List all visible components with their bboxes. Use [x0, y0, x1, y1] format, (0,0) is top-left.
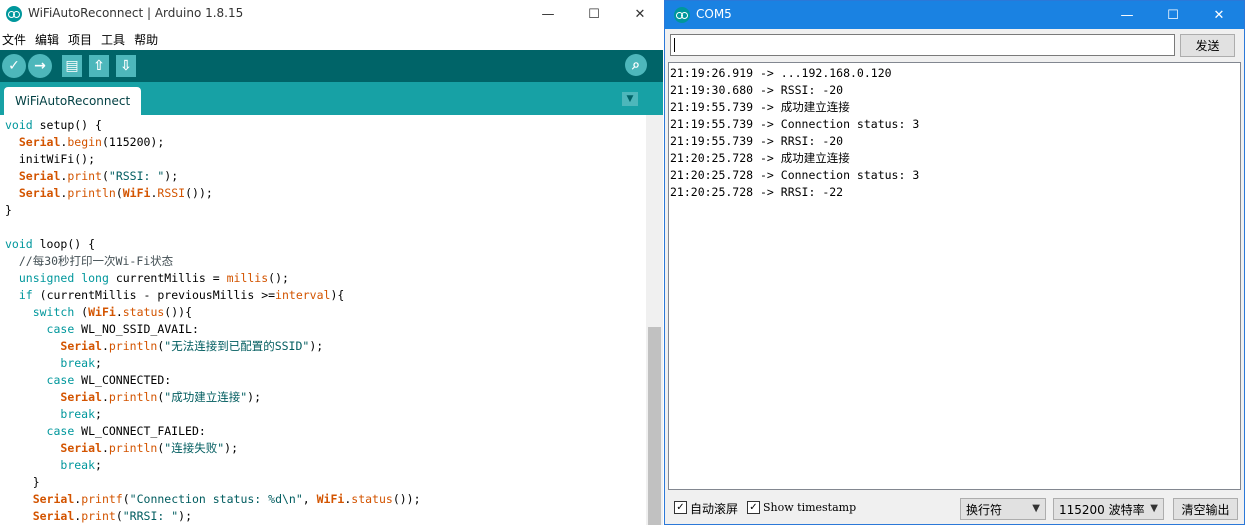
serial-output-line: 21:19:30.680 -> RSSI: -20: [670, 83, 844, 97]
code-line: Serial.println(WiFi.RSSI());: [18, 186, 213, 200]
clear-output-button[interactable]: 清空输出: [1173, 498, 1238, 520]
chevron-down-icon: ▼: [1032, 503, 1040, 514]
autoscroll-checkbox[interactable]: ✓: [674, 501, 687, 514]
tab-menu-icon[interactable]: ▼: [622, 92, 638, 106]
serial-send-input[interactable]: [670, 34, 1175, 56]
chevron-down-icon: ▼: [1150, 503, 1158, 514]
open-icon[interactable]: ⇧: [89, 55, 109, 77]
autoscroll-label: 自动滚屏: [690, 502, 739, 516]
ide-toolbar: ✓ → ▤ ⇧ ⇩ ⌕: [0, 50, 663, 82]
code-line: //每30秒打印一次Wi-Fi状态: [18, 254, 174, 268]
arduino-ide-window: WiFiAutoReconnect | Arduino 1.8.15 — ☐ ✕…: [0, 0, 663, 525]
code-line: }: [5, 203, 12, 217]
menu-edit[interactable]: 编辑: [35, 31, 59, 48]
code-line: if (currentMillis - previousMillis >=int…: [18, 288, 345, 302]
code-line: unsigned long currentMillis = millis();: [18, 271, 289, 285]
code-line: break;: [60, 407, 102, 421]
code-line: Serial.println("连接失败");: [60, 441, 238, 455]
code-editor[interactable]: void setup() { Serial.begin(115200); ini…: [0, 115, 646, 525]
code-line: break;: [60, 356, 102, 370]
minimize-button[interactable]: —: [525, 0, 571, 28]
code-line: void loop() {: [5, 237, 96, 251]
arduino-logo-icon: [6, 6, 22, 22]
code-line: Serial.println("无法连接到已配置的SSID");: [60, 339, 324, 353]
serial-output-line: 21:20:25.728 -> 成功建立连接: [670, 151, 850, 165]
maximize-button[interactable]: ☐: [571, 0, 617, 28]
serial-output-line: 21:19:55.739 -> RRSI: -20: [670, 134, 844, 148]
line-ending-value: 换行符: [966, 502, 1003, 517]
ide-title-bar[interactable]: WiFiAutoReconnect | Arduino 1.8.15 — ☐ ✕: [0, 0, 663, 28]
menu-help[interactable]: 帮助: [134, 31, 158, 48]
line-ending-select[interactable]: 换行符 ▼: [960, 498, 1046, 520]
new-icon[interactable]: ▤: [62, 55, 82, 77]
serial-title-bar[interactable]: COM5 — ☐ ✕: [665, 1, 1244, 29]
tab-wifiautoreconnect[interactable]: WiFiAutoReconnect: [4, 87, 142, 115]
code-line: Serial.printf("Connection status: %d\n",…: [32, 492, 421, 506]
serial-minimize-button[interactable]: —: [1104, 1, 1150, 29]
serial-maximize-button[interactable]: ☐: [1150, 1, 1196, 29]
menu-sketch[interactable]: 项目: [68, 31, 92, 48]
timestamp-checkbox[interactable]: ✓: [747, 501, 760, 514]
code-line: initWiFi();: [5, 152, 96, 166]
menu-file[interactable]: 文件: [2, 31, 26, 48]
code-line: case WL_CONNECTED:: [46, 373, 172, 387]
serial-monitor-icon[interactable]: ⌕: [625, 54, 647, 76]
code-line: break;: [60, 458, 102, 472]
code-line: }: [5, 475, 40, 489]
baud-rate-value: 115200 波特率: [1059, 502, 1145, 517]
code-line: Serial.println("成功建立连接");: [60, 390, 261, 404]
serial-monitor-window: COM5 — ☐ ✕ 发送 21:19:26.919 -> ...192.168…: [664, 0, 1245, 525]
serial-close-button[interactable]: ✕: [1196, 1, 1242, 29]
serial-output-line: 21:20:25.728 -> Connection status: 3: [670, 168, 920, 182]
code-line: case WL_NO_SSID_AVAIL:: [46, 322, 199, 336]
serial-output-line: 21:19:55.739 -> 成功建立连接: [670, 100, 850, 114]
code-line: Serial.begin(115200);: [18, 135, 165, 149]
editor-scrollbar[interactable]: [646, 115, 663, 525]
serial-window-title: COM5: [696, 7, 732, 21]
save-icon[interactable]: ⇩: [116, 55, 136, 77]
code-line: Serial.print("RRSI: ");: [32, 509, 192, 523]
ide-menu-bar: 文件 编辑 项目 工具 帮助: [0, 28, 663, 50]
code-line: void setup() {: [5, 118, 102, 132]
timestamp-label: Show timestamp: [763, 501, 857, 514]
send-button[interactable]: 发送: [1180, 34, 1235, 57]
serial-output[interactable]: 21:19:26.919 -> ...192.168.0.120 21:19:30…: [668, 62, 1241, 490]
serial-output-line: 21:19:26.919 -> ...192.168.0.120: [670, 66, 892, 80]
verify-icon[interactable]: ✓: [2, 54, 26, 78]
code-line: switch (WiFi.status()){: [32, 305, 192, 319]
editor-scrollbar-thumb[interactable]: [648, 327, 661, 525]
code-line: Serial.print("RSSI: ");: [18, 169, 179, 183]
ide-window-title: WiFiAutoReconnect | Arduino 1.8.15: [28, 6, 244, 20]
serial-output-line: 21:20:25.728 -> RRSI: -22: [670, 185, 844, 199]
code-line: case WL_CONNECT_FAILED:: [46, 424, 206, 438]
close-button[interactable]: ✕: [617, 0, 663, 28]
ide-tab-bar: WiFiAutoReconnect ▼: [0, 82, 663, 115]
serial-footer: ✓ 自动滚屏 ✓ Show timestamp 换行符 ▼ 115200 波特率…: [665, 495, 1244, 523]
upload-icon[interactable]: →: [28, 54, 52, 78]
menu-tools[interactable]: 工具: [101, 31, 125, 48]
serial-output-line: 21:19:55.739 -> Connection status: 3: [670, 117, 920, 131]
baud-rate-select[interactable]: 115200 波特率 ▼: [1053, 498, 1164, 520]
arduino-logo-icon: [674, 7, 690, 23]
